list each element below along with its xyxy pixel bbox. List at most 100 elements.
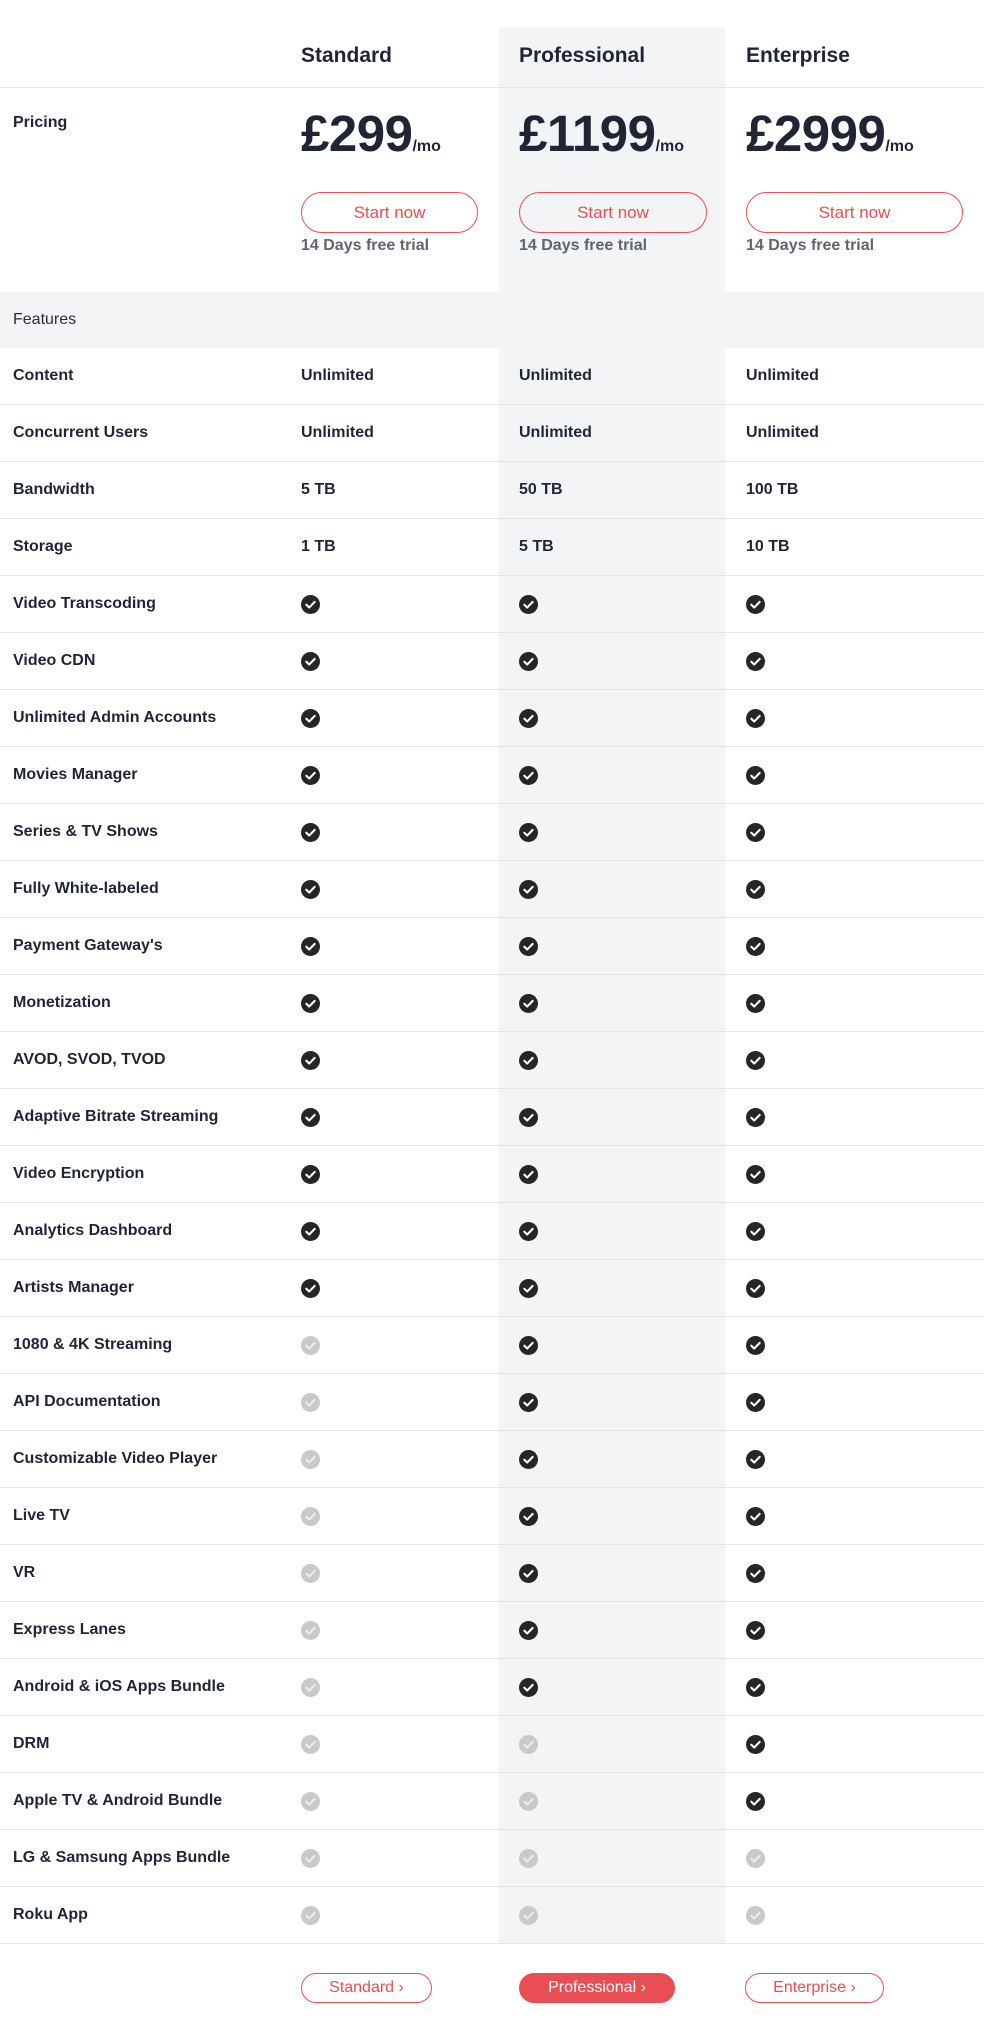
check-circle-disabled-icon — [746, 1849, 765, 1868]
check-circle-disabled-icon — [301, 1507, 320, 1526]
check-circle-icon — [519, 823, 538, 842]
feature-name: Adaptive Bitrate Streaming — [13, 1108, 219, 1125]
feature-row: API Documentation — [0, 1374, 984, 1431]
check-circle-disabled-icon — [746, 1906, 765, 1925]
feature-name: Analytics Dashboard — [13, 1222, 173, 1239]
feature-row: Movies Manager — [0, 747, 984, 804]
check-circle-icon — [746, 1735, 765, 1754]
check-circle-icon — [301, 880, 320, 899]
feature-row: Live TV — [0, 1488, 984, 1545]
check-circle-icon — [301, 1165, 320, 1184]
feature-value-standard: 1 TB — [301, 538, 336, 555]
start-now-button-standard[interactable]: Start now — [301, 192, 478, 233]
feature-row: Bandwidth 5 TB 50 TB 100 TB — [0, 462, 984, 519]
check-circle-icon — [519, 1678, 538, 1697]
price-period: /mo — [412, 138, 441, 155]
feature-value-professional: Unlimited — [519, 367, 592, 384]
feature-name: Video Encryption — [13, 1165, 145, 1182]
check-circle-disabled-icon — [301, 1621, 320, 1640]
feature-row: Storage 1 TB 5 TB 10 TB — [0, 519, 984, 576]
feature-row: AVOD, SVOD, TVOD — [0, 1032, 984, 1089]
pricing-label: Pricing — [13, 114, 68, 131]
feature-name: Content — [13, 367, 74, 384]
feature-row: Video CDN — [0, 633, 984, 690]
feature-value-standard: Unlimited — [301, 367, 374, 384]
feature-row: Payment Gateway's — [0, 918, 984, 975]
choose-enterprise-button[interactable]: Enterprise › — [745, 1973, 884, 2003]
plan-title-professional: Professional — [519, 44, 646, 67]
feature-row: Video Transcoding — [0, 576, 984, 633]
check-circle-disabled-icon — [301, 1849, 320, 1868]
feature-name: Live TV — [13, 1507, 70, 1524]
check-circle-icon — [519, 1051, 538, 1070]
check-circle-icon — [301, 1279, 320, 1298]
check-circle-icon — [746, 937, 765, 956]
check-circle-icon — [746, 1336, 765, 1355]
feature-name: 1080 & 4K Streaming — [13, 1336, 173, 1353]
check-circle-icon — [301, 937, 320, 956]
check-circle-disabled-icon — [519, 1849, 538, 1868]
price-period: /mo — [885, 138, 914, 155]
start-now-button-enterprise[interactable]: Start now — [746, 192, 963, 233]
trial-note-professional: 14 Days free trial — [519, 237, 648, 254]
feature-row: Roku App — [0, 1887, 984, 1944]
feature-row: Concurrent Users Unlimited Unlimited Unlimi… — [0, 405, 984, 462]
check-circle-icon — [746, 709, 765, 728]
check-circle-disabled-icon — [301, 1678, 320, 1697]
features-label: Features — [13, 311, 77, 328]
check-circle-icon — [746, 1678, 765, 1697]
feature-row: Fully White-labeled — [0, 861, 984, 918]
check-circle-icon — [519, 1279, 538, 1298]
check-circle-disabled-icon — [301, 1450, 320, 1469]
check-circle-disabled-icon — [301, 1564, 320, 1583]
row-divider — [0, 1943, 984, 1944]
feature-name: Apple TV & Android Bundle — [13, 1792, 223, 1809]
check-circle-icon — [746, 1279, 765, 1298]
start-now-button-professional[interactable]: Start now — [519, 192, 707, 233]
choose-professional-button[interactable]: Professional › — [519, 1973, 675, 2003]
plan-title-standard: Standard — [301, 44, 393, 67]
feature-value-enterprise: 10 TB — [746, 538, 790, 555]
check-circle-icon — [519, 1507, 538, 1526]
check-circle-icon — [746, 1792, 765, 1811]
feature-name: Roku App — [13, 1906, 88, 1923]
check-circle-disabled-icon — [301, 1906, 320, 1925]
feature-row: 1080 & 4K Streaming — [0, 1317, 984, 1374]
feature-name: VR — [13, 1564, 36, 1581]
features-section-header — [0, 292, 984, 348]
feature-name: Monetization — [13, 994, 111, 1011]
feature-name: Video Transcoding — [13, 595, 156, 612]
check-circle-icon — [519, 880, 538, 899]
feature-name: Video CDN — [13, 652, 96, 669]
feature-name: Unlimited Admin Accounts — [13, 709, 217, 726]
feature-row: Customizable Video Player — [0, 1431, 984, 1488]
check-circle-icon — [746, 1108, 765, 1127]
feature-value-professional: Unlimited — [519, 424, 592, 441]
check-circle-disabled-icon — [301, 1735, 320, 1754]
feature-value-professional: 50 TB — [519, 481, 563, 498]
feature-row: Video Encryption — [0, 1146, 984, 1203]
check-circle-icon — [519, 1222, 538, 1241]
check-circle-icon — [519, 709, 538, 728]
check-circle-icon — [301, 709, 320, 728]
check-circle-disabled-icon — [301, 1792, 320, 1811]
feature-name: LG & Samsung Apps Bundle — [13, 1849, 231, 1866]
feature-name: Customizable Video Player — [13, 1450, 218, 1467]
check-circle-disabled-icon — [519, 1792, 538, 1811]
check-circle-icon — [301, 1108, 320, 1127]
feature-name: Express Lanes — [13, 1621, 126, 1638]
price-amount: £1199 — [519, 105, 656, 162]
check-circle-icon — [301, 1051, 320, 1070]
feature-row: LG & Samsung Apps Bundle — [0, 1830, 984, 1887]
feature-row: Monetization — [0, 975, 984, 1032]
check-circle-icon — [746, 595, 765, 614]
check-circle-icon — [746, 1165, 765, 1184]
choose-standard-button[interactable]: Standard › — [301, 1973, 432, 2003]
check-circle-disabled-icon — [519, 1735, 538, 1754]
feature-value-standard: 5 TB — [301, 481, 336, 498]
check-circle-icon — [519, 1450, 538, 1469]
check-circle-icon — [746, 1564, 765, 1583]
feature-row: VR — [0, 1545, 984, 1602]
check-circle-icon — [746, 1450, 765, 1469]
check-circle-icon — [519, 1564, 538, 1583]
